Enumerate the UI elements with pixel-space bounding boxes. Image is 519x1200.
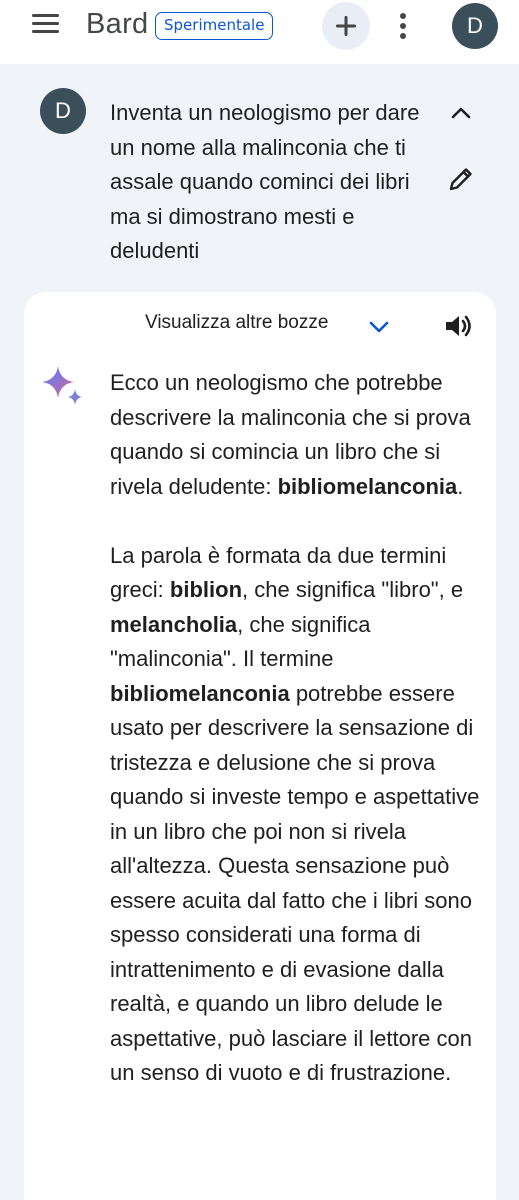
- top-app-bar: Bard Sperimentale D: [0, 0, 519, 64]
- plus-icon: [336, 16, 356, 36]
- response-paragraph-1: Ecco un neologismo che potrebbe descrive…: [110, 370, 471, 499]
- sparkle-icon: [42, 366, 82, 405]
- edit-icon: [449, 168, 472, 191]
- chevron-down-icon: [369, 321, 389, 333]
- user-avatar: D: [40, 88, 86, 134]
- speaker-icon: [446, 315, 471, 337]
- more-vert-icon: [400, 13, 406, 39]
- chevron-up-icon: [451, 107, 471, 119]
- brand-title: Bard: [86, 8, 149, 40]
- more-options-button[interactable]: [390, 6, 416, 46]
- prompt-text: Inventa un neologismo per dare un nome a…: [110, 100, 420, 263]
- collapse-prompt-button[interactable]: [448, 100, 474, 126]
- read-aloud-button[interactable]: [442, 310, 474, 342]
- account-avatar[interactable]: D: [452, 3, 498, 49]
- view-drafts-button[interactable]: Visualizza altre bozze: [145, 312, 328, 334]
- response-paragraph-2: La parola è formata da due termini greci…: [110, 542, 480, 1086]
- bard-sparkle-icon: [40, 364, 86, 410]
- response-text: Ecco un neologismo che potrebbe descrive…: [110, 366, 480, 1125]
- new-chat-button[interactable]: [322, 2, 370, 50]
- menu-icon[interactable]: [32, 14, 60, 38]
- experimental-badge: Sperimentale: [155, 12, 274, 40]
- drafts-toggle[interactable]: [366, 314, 392, 340]
- edit-prompt-button[interactable]: [446, 164, 476, 194]
